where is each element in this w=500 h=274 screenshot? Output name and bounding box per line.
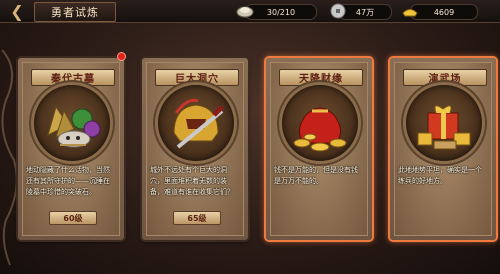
stamina-value: 30/210 — [266, 7, 296, 17]
card-panel: 巨大洞穴 城外不远处有个巨大的洞穴，里面堆积着无数的装备，难道有谁在收集它们？ … — [146, 62, 244, 236]
level-requirement: 60级 — [49, 211, 97, 225]
card-panel: 演武场 此地地势平坦，确实是一个练兵的好地方。 — [394, 62, 492, 236]
dungeon-card-giant-cave[interactable]: 巨大洞穴 城外不远处有个巨大的洞穴，里面堆积着无数的装备，难道有谁在收集它们？ … — [142, 58, 248, 240]
stamina-counter[interactable]: 30/210 — [236, 4, 317, 20]
back-arrow-icon[interactable]: ❮ — [2, 1, 32, 21]
card-panel: 秦代古墓 地动隐藏了什么活物，当然还有其所守护的——沉睡在陵墓中珍惜的突破石。 … — [22, 62, 120, 236]
armor-skull-icon — [47, 105, 101, 148]
card-title: 天降财缘 — [279, 69, 363, 86]
dungeon-card-training-ground[interactable]: 演武场 此地地势平坦，确实是一个练兵的好地方。 — [390, 58, 496, 240]
dungeon-card-windfall[interactable]: 天降财缘 钱不是万能的，但是没有钱是万万不能的。 — [266, 58, 372, 240]
gift-box-icon — [417, 105, 471, 150]
card-title: 巨大洞穴 — [155, 69, 239, 86]
card-description: 钱不是万能的，但是没有钱是万万不能的。 — [274, 166, 358, 185]
level-requirement: 65级 — [173, 211, 221, 225]
silver-counter[interactable]: 47万 — [330, 3, 392, 20]
card-description: 此地地势平坦，确实是一个练兵的好地方。 — [398, 166, 482, 185]
card-medallion — [34, 85, 110, 161]
card-panel: 天降财缘 钱不是万能的，但是没有钱是万万不能的。 — [270, 62, 368, 236]
card-description: 地动隐藏了什么活物，当然还有其所守护的——沉睡在陵墓中珍惜的突破石。 — [26, 166, 110, 196]
page-title: 勇者试炼 — [34, 2, 116, 22]
notification-dot-icon — [117, 52, 126, 61]
gold-counter[interactable]: 4609 — [402, 4, 478, 20]
helmet-sword-icon — [173, 98, 224, 149]
dungeon-card-qin-tomb[interactable]: 秦代古墓 地动隐藏了什么活物，当然还有其所守护的——沉睡在陵墓中珍惜的突破石。 … — [18, 52, 126, 240]
card-medallion — [158, 85, 234, 161]
card-title: 秦代古墓 — [31, 69, 115, 86]
card-description: 城外不远处有个巨大的洞穴，里面堆积着无数的装备，难道有谁在收集它们？ — [150, 166, 234, 196]
money-bag-icon — [293, 107, 347, 152]
top-bar: ❮ 勇者试炼 30/210 47万 4609 — [0, 0, 500, 23]
stamina-icon — [236, 6, 254, 18]
card-title: 演武场 — [403, 69, 487, 86]
gold-value: 4609 — [433, 7, 455, 17]
silver-value: 47万 — [355, 7, 375, 17]
gold-ingot-icon — [402, 9, 418, 17]
silver-coin-icon — [330, 3, 346, 19]
card-medallion — [406, 85, 482, 161]
card-medallion — [282, 85, 358, 161]
